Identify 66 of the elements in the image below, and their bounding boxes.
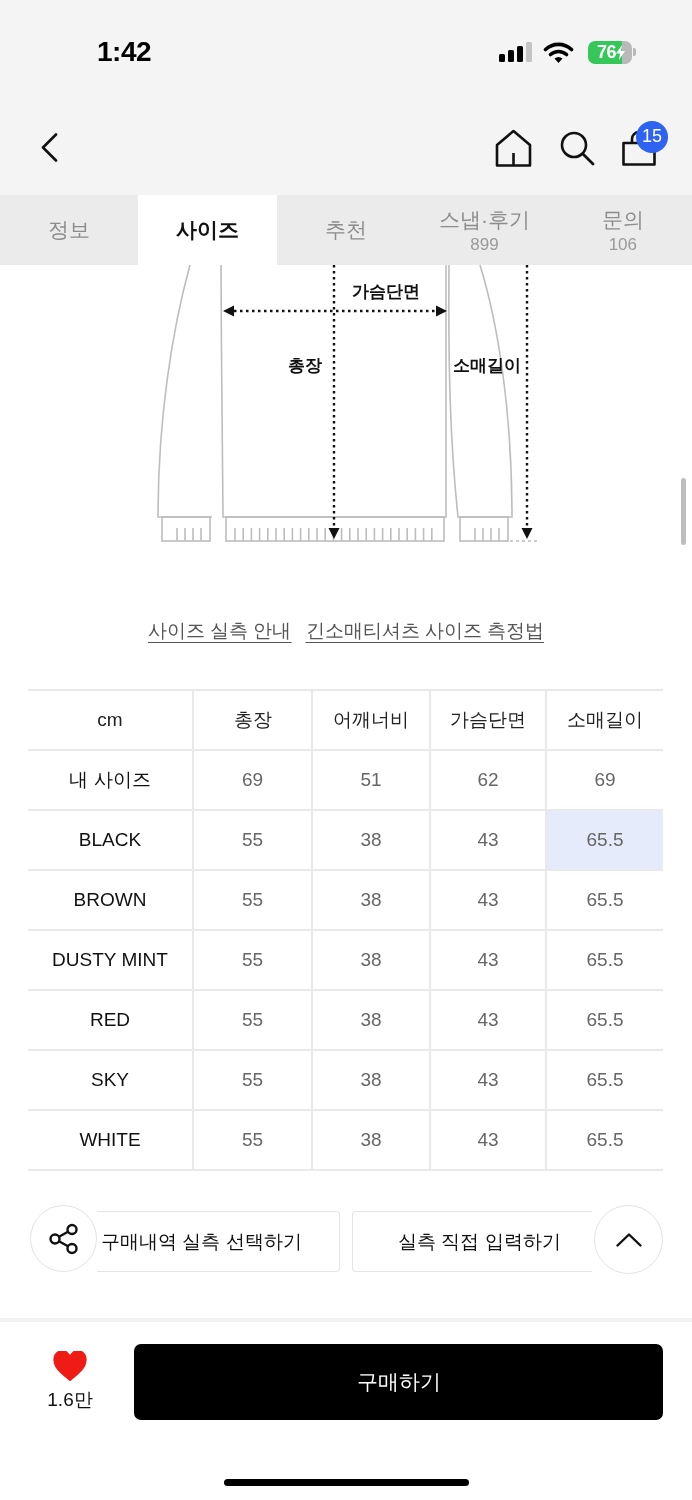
status-time: 1:42 — [97, 36, 152, 68]
table-cell: 55 — [193, 930, 312, 990]
cart-count-badge: 15 — [635, 120, 668, 153]
row-header: DUSTY MINT — [28, 930, 193, 990]
scrollbar — [681, 478, 686, 545]
table-cell: 38 — [312, 1110, 430, 1170]
table-cell: 65.5 — [546, 810, 663, 870]
table-cell: 55 — [193, 990, 312, 1050]
home-button[interactable] — [495, 128, 532, 167]
row-header: WHITE — [28, 1110, 193, 1170]
row-header: SKY — [28, 1050, 193, 1110]
column-header: 어깨너비 — [312, 690, 430, 750]
table-cell: 38 — [312, 810, 430, 870]
table-cell: 65.5 — [546, 870, 663, 930]
table-cell: 43 — [430, 1110, 546, 1170]
table-cell: 69 — [193, 750, 312, 810]
column-header: 총장 — [193, 690, 312, 750]
back-icon — [40, 133, 58, 162]
table-cell: 38 — [312, 930, 430, 990]
table-cell: 55 — [193, 1050, 312, 1110]
cart-button[interactable]: 15 — [622, 120, 668, 166]
search-icon — [559, 129, 595, 166]
sleeve-length-label: 소매길이 — [453, 355, 521, 377]
share-icon — [47, 1222, 80, 1255]
table-cell: 65.5 — [546, 1050, 663, 1110]
home-icon — [495, 128, 532, 167]
size-guide-link[interactable]: 사이즈 실측 안내 — [147, 618, 292, 644]
size-guide-link[interactable]: 긴소매티셔츠 사이즈 측정법 — [305, 618, 545, 644]
wifi-icon — [543, 41, 574, 63]
back-button[interactable] — [40, 133, 58, 162]
tab[interactable]: 사이즈 — [138, 195, 277, 265]
column-header: 소매길이 — [546, 690, 663, 750]
table-cell: 43 — [430, 870, 546, 930]
row-header: BROWN — [28, 870, 193, 930]
table-cell: 38 — [312, 990, 430, 1050]
battery-cap-icon — [633, 48, 636, 56]
table-cell: 43 — [430, 1050, 546, 1110]
column-header: 가슴단면 — [430, 690, 546, 750]
unit-header: cm — [28, 690, 193, 750]
row-header: 내 사이즈 — [28, 750, 193, 810]
table-cell: 65.5 — [546, 990, 663, 1050]
table-cell: 65.5 — [546, 1110, 663, 1170]
table-cell: 38 — [312, 870, 430, 930]
total-length-label: 총장 — [288, 355, 322, 377]
chest-width-label: 가슴단면 — [352, 281, 420, 303]
battery-percent: 76 — [597, 41, 616, 63]
table-cell: 43 — [430, 990, 546, 1050]
table-cell: 55 — [193, 870, 312, 930]
measure-action-button[interactable]: 실측 직접 입력하기 — [352, 1211, 592, 1272]
measure-action-button[interactable]: 구매내역 실측 선택하기 — [97, 1211, 340, 1272]
table-cell: 51 — [312, 750, 430, 810]
table-cell: 62 — [430, 750, 546, 810]
buy-button[interactable]: 구매하기 — [134, 1344, 663, 1420]
row-header: RED — [28, 990, 193, 1050]
chevron-up-icon — [615, 1232, 642, 1247]
search-button[interactable] — [559, 129, 595, 166]
row-header: BLACK — [28, 810, 193, 870]
table-cell: 38 — [312, 1050, 430, 1110]
table-cell: 43 — [430, 930, 546, 990]
table-cell: 55 — [193, 1110, 312, 1170]
table-cell: 65.5 — [546, 930, 663, 990]
bolt-icon — [616, 44, 625, 60]
table-cell: 55 — [193, 810, 312, 870]
signal-icon — [499, 42, 532, 62]
like-count: 1.6만 — [47, 1388, 93, 1412]
heart-icon[interactable] — [53, 1351, 87, 1381]
